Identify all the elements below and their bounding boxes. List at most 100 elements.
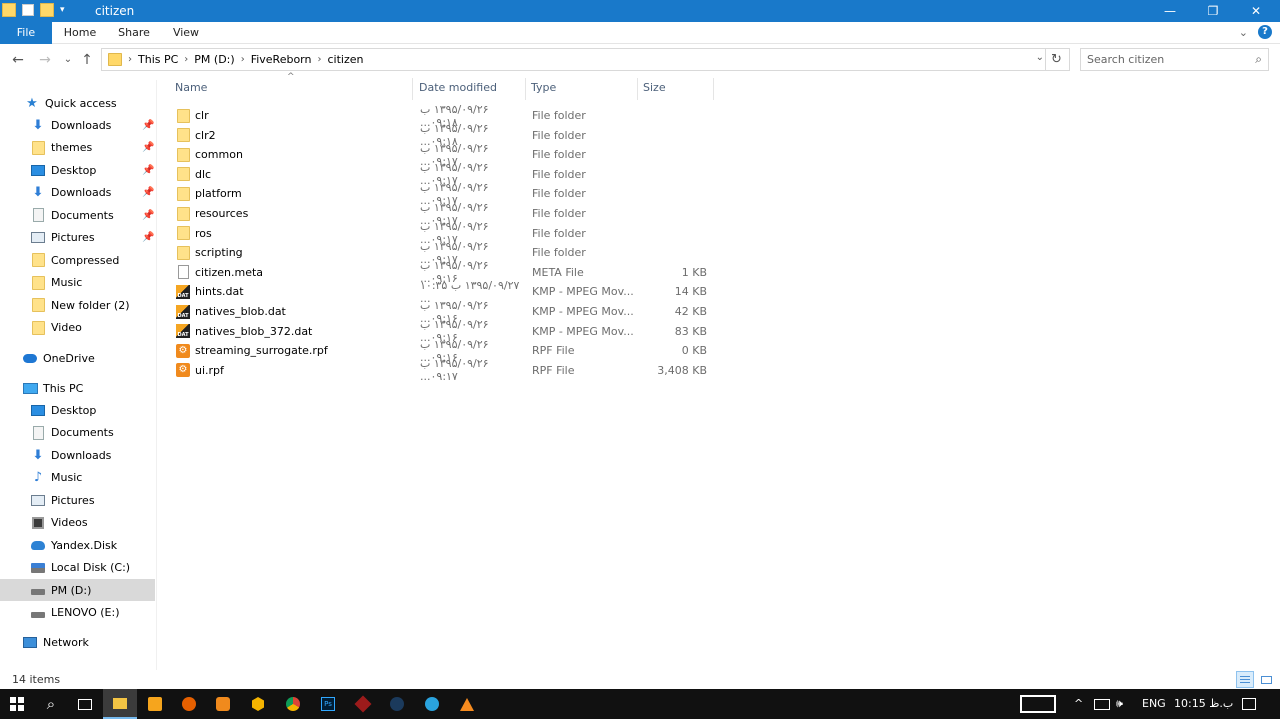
breadcrumb-separator[interactable]: › — [241, 54, 245, 65]
up-button[interactable]: ↑ — [77, 50, 97, 70]
volume-icon[interactable]: 🕪 — [1116, 697, 1123, 711]
pin-icon[interactable]: 📌 — [142, 120, 154, 131]
sidebar-item-downloads[interactable]: ⬇ Downloads 📌 — [0, 182, 157, 204]
search-taskbar-icon[interactable]: ⌕ — [34, 689, 68, 719]
chrome-taskbar-icon[interactable] — [276, 689, 310, 719]
breadcrumb-fivereborn[interactable]: FiveReborn — [251, 53, 312, 66]
sidebar-item-themes[interactable]: themes 📌 — [0, 137, 157, 159]
pin-icon[interactable]: 📌 — [142, 232, 154, 243]
details-view-button[interactable] — [1236, 671, 1254, 688]
pin-icon[interactable]: 📌 — [142, 142, 154, 153]
sidebar-item-local-disk-c[interactable]: Local Disk (C:) — [0, 557, 157, 579]
file-explorer-taskbar-icon[interactable] — [103, 689, 137, 719]
sidebar-item-music[interactable]: ♪ Music — [0, 467, 157, 489]
action-center-icon[interactable] — [1232, 689, 1266, 719]
address-bar[interactable]: › This PC › PM (D:) › FiveReborn › citiz… — [101, 48, 1070, 71]
yandex-disk-icon — [30, 538, 46, 552]
sidebar-item-documents[interactable]: Documents — [0, 422, 157, 444]
search-input[interactable] — [1081, 49, 1241, 70]
sidebar-item-documents[interactable]: Documents 📌 — [0, 204, 157, 226]
sidebar-item-new-folder-2[interactable]: New folder (2) — [0, 294, 157, 316]
tab-home[interactable]: Home — [58, 22, 102, 44]
customize-toolbar-icon[interactable]: ▾ — [60, 5, 65, 15]
forward-button[interactable]: → — [35, 50, 55, 70]
input-language[interactable]: ENG — [1142, 697, 1166, 710]
column-header-size[interactable]: Size — [638, 78, 714, 100]
file-size: 14 KB — [674, 285, 707, 299]
breadcrumb-separator[interactable]: › — [128, 54, 132, 65]
sidebar-item-label: Documents — [51, 208, 114, 222]
media-player-taskbar-icon[interactable] — [138, 689, 172, 719]
item-count: 14 items — [12, 673, 61, 686]
sidebar-item-pictures[interactable]: Pictures — [0, 489, 157, 511]
column-header-type[interactable]: Type — [526, 78, 638, 100]
network-tray-icon[interactable] — [1094, 699, 1110, 710]
back-button[interactable]: ← — [8, 50, 28, 70]
refresh-button[interactable]: ↻ — [1045, 49, 1067, 70]
sidebar-item-pictures[interactable]: Pictures 📌 — [0, 227, 157, 249]
taskbar-clock[interactable]: 10:15 ب.ظ — [1174, 697, 1233, 710]
sidebar-item-onedrive[interactable]: OneDrive — [0, 347, 157, 369]
breadcrumb-pm-d[interactable]: PM (D:) — [194, 53, 234, 66]
navigation-bar: ← → ⌄ ↑ › This PC › PM (D:) › FiveReborn… — [0, 44, 1280, 76]
photoshop-taskbar-icon[interactable]: Ps — [311, 689, 345, 719]
sidebar-item-this-pc[interactable]: This PC — [0, 377, 157, 399]
sidebar-item-desktop[interactable]: Desktop — [0, 399, 157, 421]
tab-file[interactable]: File — [0, 22, 52, 44]
pin-icon[interactable]: 📌 — [142, 187, 154, 198]
sidebar-item-yandex-disk[interactable]: Yandex.Disk — [0, 534, 157, 556]
address-dropdown-icon[interactable]: ⌄ — [1036, 52, 1044, 63]
sidebar-item-label: LENOVO (E:) — [51, 606, 120, 619]
pin-icon[interactable]: 📌 — [142, 210, 154, 221]
yandex-taskbar-icon[interactable] — [241, 689, 275, 719]
tab-share[interactable]: Share — [112, 22, 156, 44]
steam-taskbar-icon[interactable] — [380, 689, 414, 719]
new-folder-icon[interactable] — [40, 3, 54, 17]
breadcrumb-this-pc[interactable]: This PC — [138, 53, 178, 66]
sidebar-item-label: Quick access — [45, 96, 117, 110]
file-size: 1 KB — [681, 265, 707, 279]
firefox-taskbar-icon[interactable] — [172, 689, 206, 719]
breadcrumb-separator[interactable]: › — [184, 54, 188, 65]
column-header-name[interactable]: Name — [170, 78, 413, 100]
column-headers: ^ Name Date modified Type Size — [170, 72, 715, 100]
minimize-button[interactable]: — — [1148, 0, 1192, 22]
breadcrumb-separator[interactable]: › — [317, 54, 321, 65]
sidebar-item-network[interactable]: Network — [0, 631, 157, 653]
start-button[interactable] — [0, 689, 34, 719]
search-box[interactable]: ⌕ — [1080, 48, 1269, 71]
restore-button[interactable]: ❐ — [1191, 0, 1235, 22]
sidebar-item-compressed[interactable]: Compressed — [0, 249, 157, 271]
task-view-icon[interactable] — [68, 689, 102, 719]
show-hidden-icons-button[interactable]: ^ — [1074, 697, 1083, 710]
tab-view[interactable]: View — [164, 22, 208, 44]
sidebar-item-video[interactable]: Video — [0, 317, 157, 339]
file-type: RPF File — [532, 344, 575, 358]
app-taskbar-icon[interactable] — [346, 689, 380, 719]
properties-icon[interactable] — [22, 4, 34, 16]
pin-icon[interactable]: 📌 — [142, 165, 154, 176]
sidebar-item-music[interactable]: Music — [0, 272, 157, 294]
settings-app-taskbar-icon[interactable] — [206, 689, 240, 719]
column-header-date-modified[interactable]: Date modified — [414, 78, 526, 100]
sidebar-item-quick-access[interactable]: ★ Quick access — [0, 92, 157, 114]
ribbon-controls: ⌄ ? — [1239, 25, 1272, 39]
sidebar-item-videos[interactable]: Videos — [0, 512, 157, 534]
file-row[interactable]: ⚙ ui.rpf ۱۳۹۵/۰۹/۲۶ ب ۰۹:۱۷... RPF File 3,40… — [170, 357, 715, 383]
close-button[interactable]: ✕ — [1234, 0, 1278, 22]
sidebar-item-desktop[interactable]: Desktop 📌 — [0, 159, 157, 181]
sidebar-item-lenovo-e[interactable]: LENOVO (E:) — [0, 602, 157, 624]
sidebar-item-downloads[interactable]: ⬇ Downloads — [0, 444, 157, 466]
sidebar-item-label: OneDrive — [43, 351, 95, 365]
battery-icon[interactable] — [1008, 689, 1068, 719]
telegram-taskbar-icon[interactable] — [415, 689, 449, 719]
large-icons-view-button[interactable] — [1257, 671, 1275, 688]
recent-locations-button[interactable]: ⌄ — [58, 50, 78, 70]
expand-ribbon-icon[interactable]: ⌄ — [1239, 26, 1248, 39]
sidebar-item-downloads[interactable]: ⬇ Downloads 📌 — [0, 114, 157, 136]
videos-icon — [30, 516, 46, 530]
breadcrumb-citizen[interactable]: citizen — [327, 53, 363, 66]
sidebar-item-pm-d[interactable]: PM (D:) — [0, 579, 155, 601]
vlc-taskbar-icon[interactable] — [450, 689, 484, 719]
help-icon[interactable]: ? — [1258, 25, 1272, 39]
